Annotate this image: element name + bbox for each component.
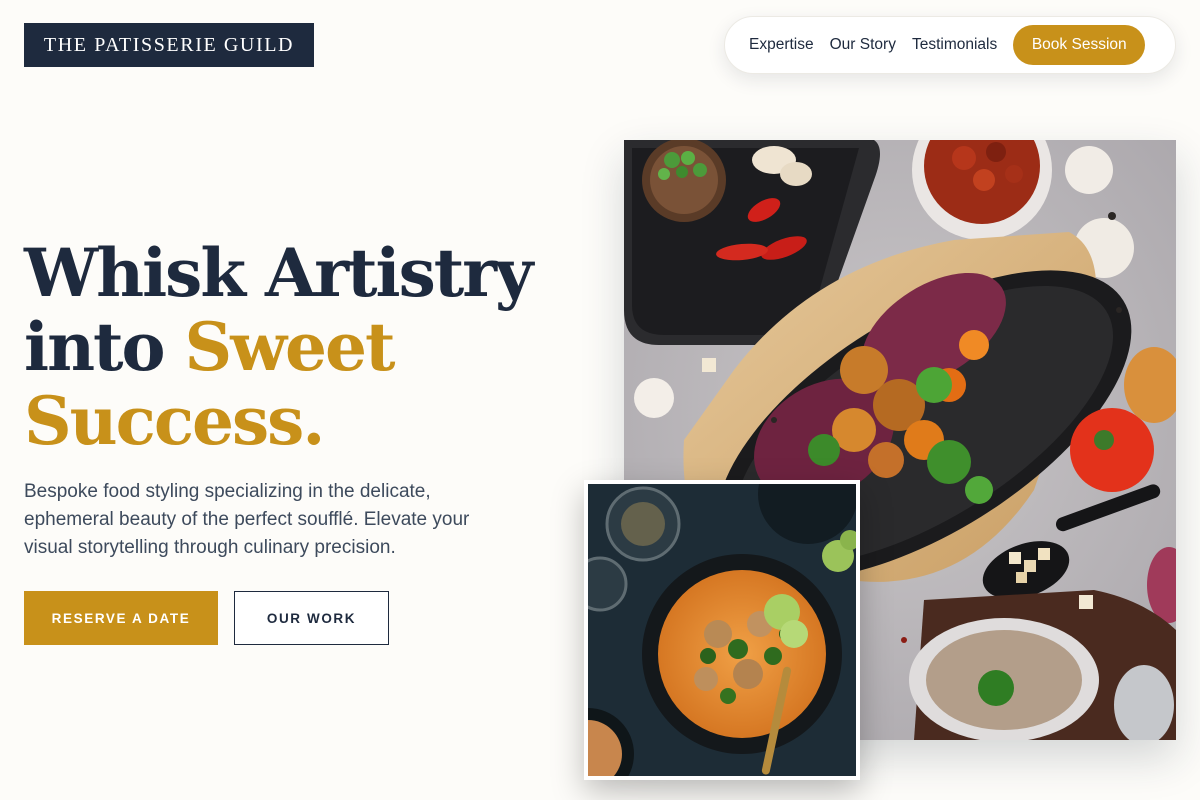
headline-line-2-plain: into (24, 308, 185, 386)
our-work-button[interactable]: OUR WORK (234, 591, 389, 645)
headline-line-1: Whisk Artistry (24, 234, 533, 312)
reserve-date-button[interactable]: RESERVE A DATE (24, 591, 218, 645)
nav-link-testimonials[interactable]: Testimonials (912, 36, 997, 54)
headline-line-3-accent: Success. (24, 382, 325, 460)
brand-logo[interactable]: THE PATISSERIE GUILD (24, 23, 314, 67)
food-photo-curry-bowl-icon (588, 484, 856, 776)
hero-description: Bespoke food styling specializing in the… (24, 481, 470, 558)
book-session-button[interactable]: Book Session (1013, 25, 1146, 65)
nav-link-expertise[interactable]: Expertise (749, 36, 814, 54)
headline-line-2-accent: Sweet (184, 308, 396, 386)
food-photo-curry-bowl (584, 480, 860, 780)
hero-headline: Whisk Artistry into Sweet Success. (24, 234, 533, 460)
nav-link-our-story[interactable]: Our Story (830, 36, 896, 54)
main-nav: Expertise Our Story Testimonials Book Se… (724, 16, 1176, 74)
